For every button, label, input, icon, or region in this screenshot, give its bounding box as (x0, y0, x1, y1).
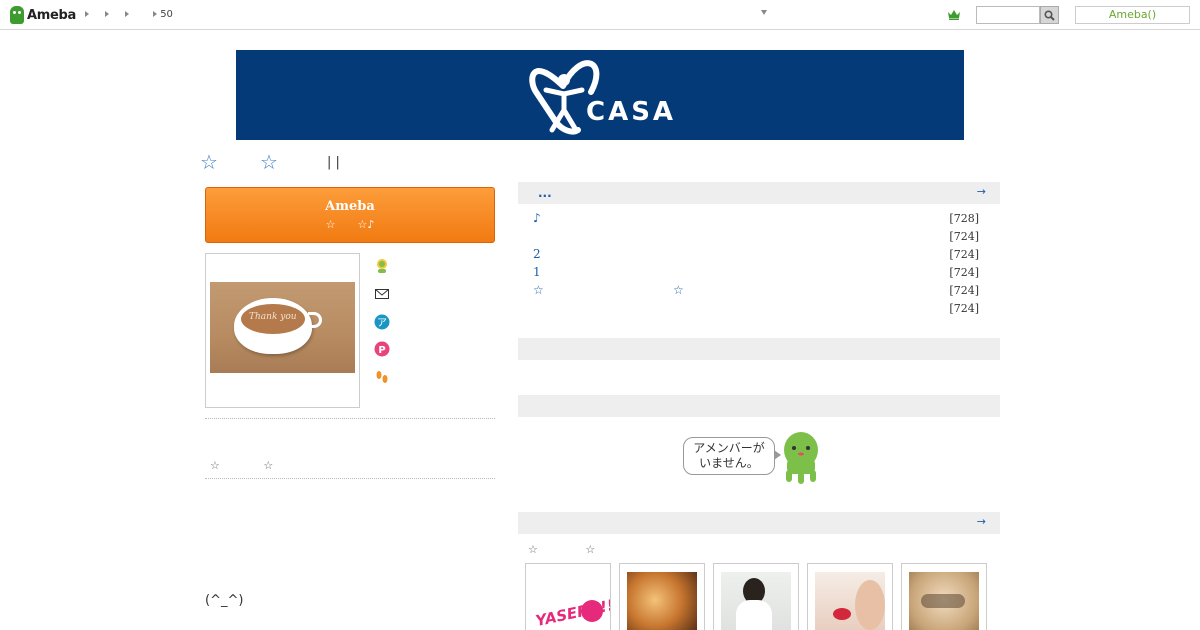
reader-image (627, 572, 697, 630)
entry-count: [724] (949, 230, 979, 243)
mail-icon[interactable] (374, 286, 390, 302)
readers-stars: ☆ ☆ (528, 543, 618, 556)
entry-count: [724] (949, 248, 979, 261)
reader-thumbnail[interactable] (807, 563, 893, 630)
avatar-icon[interactable] (374, 258, 390, 274)
reader-thumbnail[interactable] (901, 563, 987, 630)
divider (205, 478, 495, 479)
latte-art-text: Thank you (249, 312, 297, 322)
svg-text:P: P (378, 345, 385, 356)
ameba-mascot-icon (10, 6, 24, 24)
amember-message-line1: アメンバーが (693, 441, 765, 455)
entry-title[interactable]: 1 (533, 265, 541, 279)
ameba-mascot-icon (784, 432, 818, 484)
pigg-icon[interactable]: P (374, 341, 390, 357)
title-star-right: ☆ (260, 150, 278, 174)
section-header-2 (518, 338, 1000, 360)
casa-banner[interactable]: CASA (236, 50, 964, 140)
breadcrumb-arrow-icon[interactable] (105, 9, 109, 21)
breadcrumb-arrow-icon[interactable] (85, 9, 89, 21)
footprints-icon[interactable] (374, 369, 390, 385)
no-amember-bubble: アメンバーが いません。 (683, 437, 781, 475)
entry-count: [724] (949, 284, 979, 297)
svg-text:ア: ア (377, 318, 387, 329)
smiley-text: (^_^) (205, 593, 244, 608)
reader-thumbnail[interactable]: YASERU!! (525, 563, 611, 630)
logo-text: Ameba (27, 7, 77, 23)
profile-photo: Thank you (210, 282, 355, 373)
reader-image: YASERU!! (533, 572, 610, 630)
entry-title[interactable]: ☆ (533, 283, 544, 297)
entry-count: [724] (949, 302, 979, 315)
ameba-promo-button[interactable]: Ameba ☆ ☆♪ (205, 187, 495, 243)
title-separator: | | (327, 155, 340, 170)
reader-thumbnail[interactable] (619, 563, 705, 630)
entry-row[interactable]: 1 [724] (533, 264, 979, 282)
reader-image (815, 572, 885, 630)
entry-row[interactable]: [724] (533, 300, 979, 318)
recent-entries-title[interactable]: ... (538, 186, 552, 200)
breadcrumb-arrow-icon (153, 11, 157, 17)
entry-row[interactable]: 2 [724] (533, 246, 979, 264)
profile-stars: ☆ ☆ (210, 459, 294, 472)
title-star-left: ☆ (200, 150, 218, 174)
amember-message-line2: いません。 (699, 456, 759, 470)
promo-subtitle: ☆ ☆♪ (325, 218, 375, 231)
entry-row[interactable]: [724] (533, 228, 979, 246)
ameba-logo[interactable]: Ameba (10, 5, 76, 25)
entry-count: [728] (949, 212, 979, 225)
crown-icon[interactable] (948, 9, 960, 20)
ameba-app-icon[interactable]: ア (374, 314, 390, 330)
readers-header: → (518, 512, 1000, 534)
search-button[interactable] (1040, 6, 1059, 24)
coffee-cup-image: Thank you (234, 298, 312, 354)
global-header: Ameba 50 Ameba() (0, 0, 1200, 30)
reader-image (721, 572, 791, 630)
entry-row[interactable]: ☆ [724] (533, 282, 979, 300)
search-input[interactable] (976, 6, 1040, 24)
entry-row[interactable]: ♪ [728] (533, 210, 979, 228)
entry-title[interactable]: ♪ (533, 211, 541, 225)
readers-more-link[interactable]: → (977, 515, 986, 528)
ameba-login-button[interactable]: Ameba() (1075, 6, 1190, 24)
entry-title[interactable]: 2 (533, 247, 541, 261)
recent-entries-header: ... → (518, 182, 1000, 204)
dropdown-arrow-icon[interactable] (761, 10, 767, 15)
search-icon (1044, 9, 1055, 21)
divider (205, 418, 495, 419)
breadcrumb-arrow-icon[interactable] (125, 9, 129, 21)
reader-image (909, 572, 979, 630)
reader-thumbnail[interactable] (713, 563, 799, 630)
promo-title: Ameba (325, 199, 375, 214)
profile-photo-frame[interactable]: Thank you (205, 253, 360, 408)
breadcrumb-count[interactable]: 50 (153, 9, 173, 21)
breadcrumb-count-label: 50 (160, 9, 173, 20)
entry-count: [724] (949, 266, 979, 279)
amember-header (518, 395, 1000, 417)
entry-mid-star[interactable]: ☆ (673, 283, 684, 297)
banner-brand-text: CASA (586, 97, 677, 127)
recent-entries-more-link[interactable]: → (977, 185, 986, 198)
